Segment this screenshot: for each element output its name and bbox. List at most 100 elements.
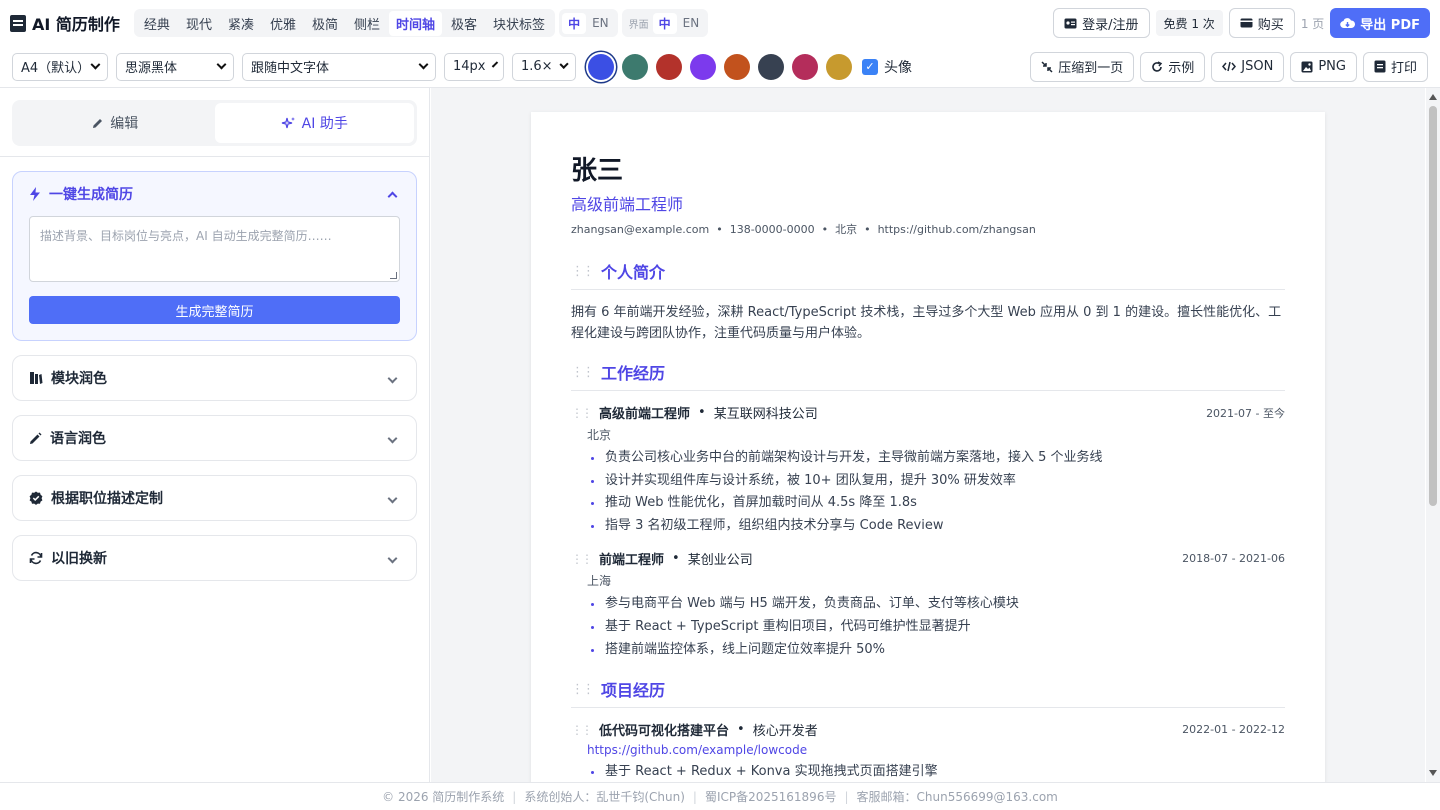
job-date: 2018-07 - 2021-06 [1182,552,1285,566]
language-polish-card[interactable]: 语言润色 [12,415,417,461]
template-minimal[interactable]: 极简 [305,11,345,36]
template-geek[interactable]: 极客 [444,11,484,36]
drag-handle-icon[interactable]: ⋮⋮ [571,406,593,420]
en-font-select[interactable]: 跟随中文字体 [242,52,436,81]
checkbox-checked-icon: ✓ [862,58,878,75]
ui-lang-zh[interactable]: 中 [652,12,677,34]
template-compact[interactable]: 紧凑 [221,11,261,36]
bullet-item: 指导 3 名初级工程师，组织组内技术分享与 Code Review [587,515,1285,538]
color-swatch[interactable] [758,53,784,80]
ui-lang-en[interactable]: EN [677,14,706,32]
section-summary-header: ⋮⋮ 个人简介 [571,259,1285,290]
generate-description-input[interactable]: 描述背景、目标岗位与亮点，AI 自动生成完整简历…… [29,216,400,282]
paper-size-select[interactable]: A4（默认） [12,52,108,81]
bullet-item: 搭建前端监控体系，线上问题定位效率提升 50% [587,639,1285,662]
template-elegant[interactable]: 优雅 [263,11,303,36]
buy-button[interactable]: 购买 [1228,8,1295,38]
en-font-value: 跟随中文字体 [251,61,330,76]
color-swatch[interactable] [656,53,682,80]
color-swatch[interactable] [792,53,818,80]
line-height-value: 1.6× [521,59,553,74]
project-date: 2022-01 - 2022-12 [1182,723,1285,737]
separator-dot: • [737,722,745,738]
template-timeline[interactable]: 时间轴 [389,10,443,36]
section-work-header: ⋮⋮ 工作经历 [571,360,1285,391]
template-sidebar[interactable]: 侧栏 [347,11,387,36]
font-size-value: 14px [453,59,486,74]
preview-scrollbar[interactable] [1426,88,1440,782]
chevron-down-icon [387,553,398,563]
scroll-down-icon[interactable] [1429,770,1437,776]
job-company: 某创业公司 [687,553,753,569]
generate-resume-button[interactable]: 生成完整简历 [29,296,400,324]
png-button[interactable]: PNG [1290,51,1357,82]
compress-label: 压缩到一页 [1058,61,1124,76]
top-bar: AI 简历制作 经典 现代 紧凑 优雅 极简 侧栏 时间轴 极客 块状标签 中 … [0,0,1440,46]
color-swatch[interactable] [588,53,614,80]
separator: | [692,789,697,804]
module-polish-title: 模块润色 [51,371,107,387]
module-polish-card[interactable]: 模块润色 [12,355,417,401]
job-title: 前端工程师 [599,553,665,569]
template-block-tags[interactable]: 块状标签 [486,11,552,36]
jd-tailor-card[interactable]: 根据职位描述定制 [12,475,417,521]
drag-handle-icon[interactable]: ⋮⋮ [571,264,595,279]
color-swatch[interactable] [622,53,648,80]
refresh-icon [1152,60,1163,72]
color-swatch[interactable] [690,53,716,80]
template-classic[interactable]: 经典 [137,11,177,36]
id-card-icon [1064,18,1077,28]
example-button[interactable]: 示例 [1140,51,1206,82]
drag-handle-icon[interactable]: ⋮⋮ [571,365,595,380]
print-button[interactable]: 打印 [1362,51,1428,82]
bullet-item: 参与电商平台 Web 端与 H5 端开发，负责商品、订单、支付等核心模块 [587,593,1285,616]
divider [0,156,429,157]
export-pdf-button[interactable]: 导出 PDF [1330,8,1430,38]
bullet-item: 推动 Web 性能优化，首屏加载时间从 4.5s 降至 1.8s [587,492,1285,515]
font-select[interactable]: 思源黑体 [116,52,234,81]
json-label: JSON [1241,59,1274,74]
compress-button[interactable]: 压缩到一页 [1030,51,1135,82]
trade-in-card[interactable]: 以旧换新 [12,535,417,581]
job-bullets: 参与电商平台 Web 端与 H5 端开发，负责商品、订单、支付等核心模块 基于 R… [587,593,1285,661]
footer: © 2026 简历制作系统 | 系统创始人：乱世千钧(Chun) | 蜀ICP备20… [0,782,1440,810]
bullet-item: 基于 React + Redux + Konva 实现拖拽式页面搭建引擎 [587,761,1285,782]
tab-ai-assistant[interactable]: AI 助手 [214,103,414,143]
separator-dot: • [672,551,680,567]
resume-role: 高级前端工程师 [571,195,684,214]
page-count: 1 页 [1300,16,1325,31]
separator: | [512,789,517,804]
login-button[interactable]: 登录/注册 [1053,8,1150,38]
panel-tabs: 编辑 AI 助手 [12,100,417,146]
drag-handle-icon[interactable]: ⋮⋮ [571,552,593,566]
drag-handle-icon[interactable]: ⋮⋮ [571,682,595,697]
template-selector: 经典 现代 紧凑 优雅 极简 侧栏 时间轴 极客 块状标签 [133,9,556,37]
job-date: 2021-07 - 至今 [1206,406,1285,420]
project-link[interactable]: https://github.com/example/lowcode [587,743,1285,757]
scrollbar-thumb[interactable] [1429,106,1437,506]
footer-email[interactable]: 客服邮箱：Chun556699@163.com [857,788,1058,805]
bullet-item: 设计并实现组件库与设计系统，被 10+ 团队复用，提升 30% 研发效率 [587,470,1285,493]
pencil-icon [93,118,103,128]
font-size-select[interactable]: 14px [444,52,504,81]
one-click-generate-header[interactable]: 一键生成简历 [13,172,416,216]
work-item: ⋮⋮ 高级前端工程师 • 某互联网科技公司 2021-07 - 至今 北京 负责公司核心业务… [571,403,1285,537]
tab-edit[interactable]: 编辑 [15,103,215,143]
export-pdf-label: 导出 PDF [1360,17,1420,33]
lang-zh[interactable]: 中 [562,12,587,34]
lang-en[interactable]: EN [586,14,615,32]
project-title: 低代码可视化搭建平台 [599,724,730,740]
avatar-toggle[interactable]: ✓ 头像 [862,57,912,77]
image-icon [1301,61,1313,72]
chevron-down-icon [559,59,569,70]
color-swatch[interactable] [826,53,852,80]
compress-icon [1041,60,1053,73]
template-modern[interactable]: 现代 [179,11,219,36]
color-swatch[interactable] [724,53,750,80]
line-height-select[interactable]: 1.6× [512,52,576,81]
drag-handle-icon[interactable]: ⋮⋮ [571,723,593,737]
scroll-up-icon[interactable] [1429,94,1437,100]
json-button[interactable]: JSON [1211,51,1285,82]
book-icon [30,372,43,384]
footer-icp[interactable]: 蜀ICP备2025161896号 [705,788,837,805]
